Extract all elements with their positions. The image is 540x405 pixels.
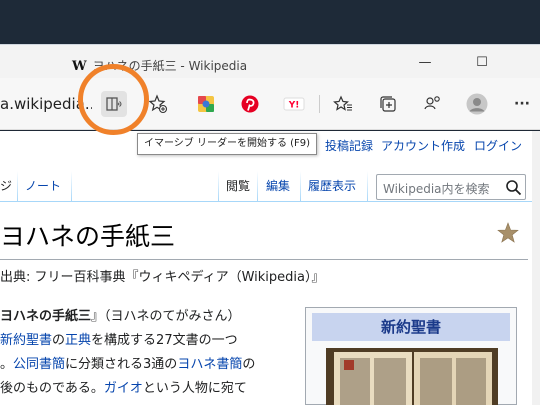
search-icon[interactable] (505, 179, 522, 196)
pinterest-button[interactable] (237, 91, 263, 117)
extension-icon (198, 96, 214, 112)
page-scrollbar[interactable] (532, 131, 540, 405)
favorite-add-icon (148, 94, 168, 114)
extension-button[interactable] (193, 91, 219, 117)
toolbar-divider (319, 95, 320, 113)
body-line: 新約聖書の正典を構成する27文書の一つ (0, 329, 296, 353)
body-text: に分類される3通の (65, 357, 178, 372)
avatar (466, 93, 488, 115)
body-line: 後のものである。ガイオという人物に宛て (0, 377, 296, 401)
body-text: の (242, 357, 256, 372)
link-canon[interactable]: 正典 (65, 333, 91, 348)
screen: Wヨハネの手紙三 - Wikipedia — ☐ a.wikipedia... (0, 0, 540, 405)
tab-separator (257, 171, 258, 201)
tab-separator (300, 171, 301, 201)
tab-separator (17, 171, 18, 201)
maximize-button[interactable]: ☐ (472, 53, 492, 73)
link-johannine-epistles[interactable]: ヨハネ書簡 (177, 357, 242, 372)
page-title: ヨハネの手紙三 (0, 222, 176, 251)
infobox-title: 新約聖書 (312, 313, 510, 341)
highlight-circle (78, 64, 149, 135)
tab-edit[interactable]: 編集 (266, 171, 290, 201)
site-subtitle: 出典: フリー百科事典『ウィキペディア（Wikipedia）』 (0, 270, 325, 285)
yahoo-button[interactable]: Y! (281, 91, 307, 117)
article-term: ヨハネの手紙三 (0, 309, 92, 324)
profile-switch-button[interactable] (419, 91, 445, 117)
pinterest-icon (241, 95, 259, 113)
tab-bottom-border (0, 201, 540, 202)
create-account-link[interactable]: アカウント作成 (381, 137, 465, 154)
title-bar: W ヨハネの手紙三 - Wikipedia — ☐ (0, 44, 540, 78)
body-text: 』（ヨハネのてがみさん） (91, 309, 241, 324)
tab-separator (367, 171, 368, 201)
link-catholic-epistles[interactable]: 公同書簡 (13, 357, 65, 372)
body-text: という人物に宛て (142, 381, 247, 396)
body-line: ヨハネの手紙三』（ヨハネのてがみさん） (0, 305, 296, 329)
collections-icon (380, 96, 396, 112)
tab-separator (71, 171, 72, 201)
body-text: 。 (0, 357, 14, 372)
article-body: ヨハネの手紙三』（ヨハネのてがみさん） 新約聖書の正典を構成する27文書の一つ … (0, 305, 296, 401)
wikipedia-page: ワ 投稿記録 アカウント作成 ログイン ジ ノート 閲覧 編集 履歴表示 Wik… (0, 131, 540, 405)
tab-history[interactable]: 履歴表示 (308, 171, 356, 201)
desktop-background (0, 0, 540, 44)
profile-switch-icon (424, 96, 440, 110)
tab-read[interactable]: 閲覧 (226, 171, 250, 201)
body-text: を構成する27文書の一つ (91, 333, 238, 348)
star-icon[interactable] (496, 221, 520, 245)
title-underline (0, 259, 528, 260)
manuscript-illustration (326, 348, 498, 405)
link-new-testament[interactable]: 新約聖書 (0, 333, 52, 348)
more-icon[interactable]: ··· (509, 91, 535, 117)
yahoo-icon: Y! (283, 97, 305, 111)
search-input[interactable]: Wikipedia内を検索 (376, 174, 526, 200)
search-placeholder: Wikipedia内を検索 (383, 182, 490, 196)
favorites-icon (333, 95, 352, 111)
login-link[interactable]: ログイン (474, 137, 522, 154)
wikipedia-favicon: W (72, 59, 87, 74)
body-text: の (52, 333, 66, 348)
body-text: 後のものである。 (0, 381, 104, 396)
link-gaius[interactable]: ガイオ (104, 381, 143, 396)
body-line: 。公同書簡に分類される3通のヨハネ書簡の (0, 353, 296, 377)
favorites-button[interactable] (330, 91, 356, 117)
add-favorite-button[interactable] (145, 91, 171, 117)
tab-talk[interactable]: ノート (25, 171, 61, 201)
bible-manuscript-image[interactable] (326, 348, 498, 405)
reader-tooltip: イマーシブ リーダーを開始する (F9) (137, 133, 318, 155)
infobox: 新約聖書 (305, 307, 517, 405)
collections-button[interactable] (375, 91, 401, 117)
tab-separator (218, 171, 219, 201)
svg-text:Y!: Y! (288, 101, 300, 111)
profile-button[interactable] (464, 91, 490, 117)
tab-article[interactable]: ジ (0, 171, 12, 201)
contributions-link[interactable]: 投稿記録 (325, 137, 373, 154)
minimize-button[interactable]: — (415, 53, 435, 73)
